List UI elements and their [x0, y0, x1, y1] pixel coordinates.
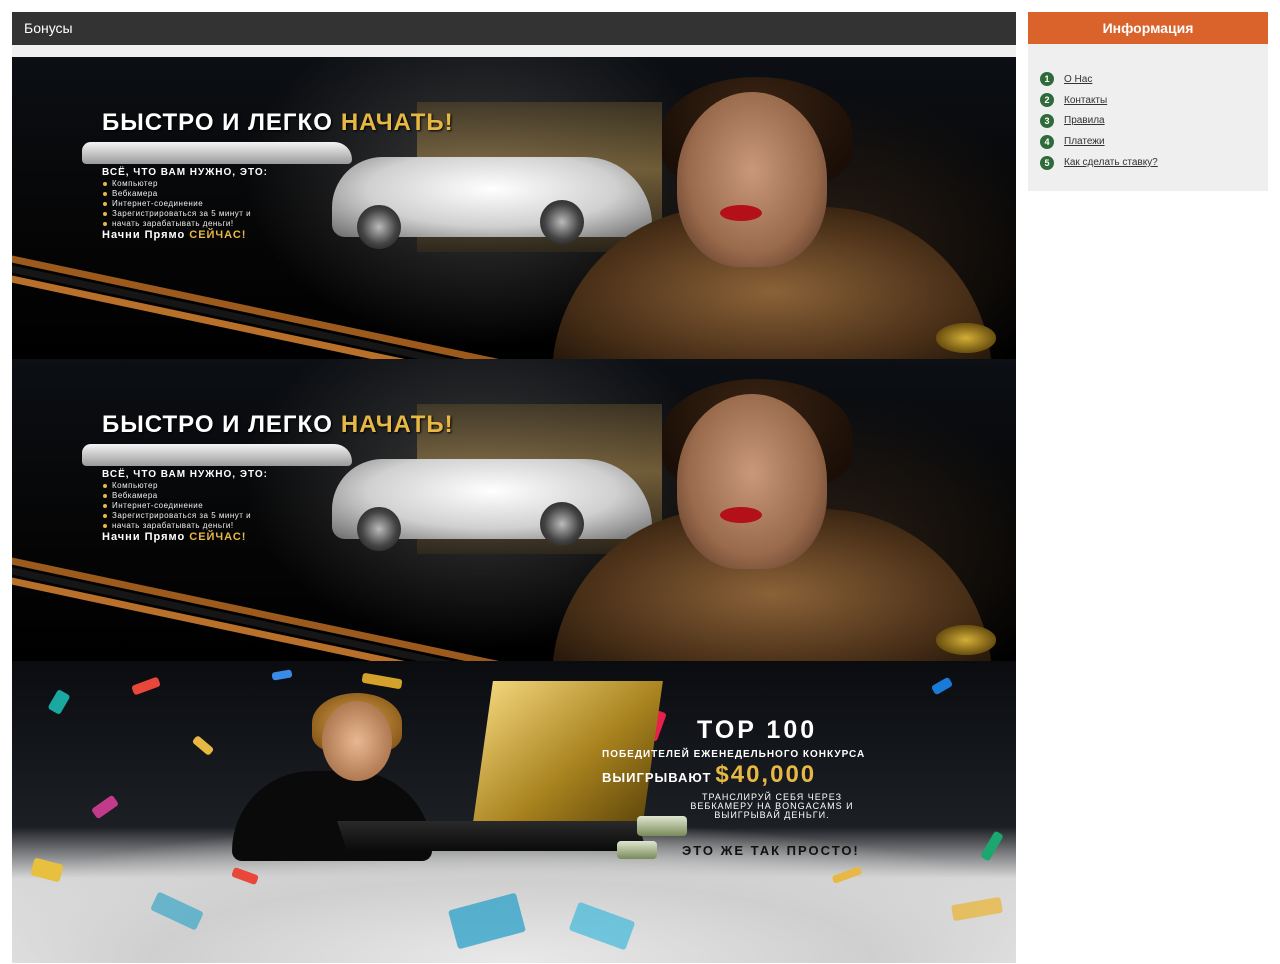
- link-rules[interactable]: Правила: [1064, 115, 1105, 126]
- person-head: [322, 701, 392, 781]
- money-icon: [617, 841, 657, 859]
- headline-white: БЫСТРО И ЛЕГКО: [102, 411, 333, 438]
- requirements-list: Компьютер Вебкамера Интернет-соединение …: [102, 481, 251, 531]
- number-badge: 3: [1040, 113, 1054, 128]
- prize-amount: $40,000: [715, 761, 817, 788]
- requirements-title: ВСЁ, ЧТО ВАМ НУЖНО, ЭТО:: [102, 167, 268, 178]
- stream-text: ТРАНСЛИРУЙ СЕБЯ ЧЕРЕЗ ВЕБКАМЕРУ НА BONGA…: [652, 793, 892, 820]
- bonus-banner-1[interactable]: БЫСТРО И ЛЕГКО НАЧАТЬ! ВСЁ, ЧТО ВАМ НУЖНО…: [12, 57, 1016, 359]
- list-item: Вебкамера: [102, 189, 251, 199]
- cta-gold: СЕЙЧАС!: [189, 531, 247, 543]
- headline-gold: НАЧАТЬ!: [340, 109, 454, 136]
- face: [677, 92, 827, 267]
- easy-slogan: ЭТО ЖЕ ТАК ПРОСТО!: [682, 843, 860, 858]
- stream-line: ВЫИГРЫВАЙ ДЕНЬГИ.: [714, 810, 830, 820]
- section-title: Бонусы: [24, 20, 73, 36]
- banner-headline: БЫСТРО И ЛЕГКО НАЧАТЬ!: [102, 411, 454, 439]
- cta-white: Начни Прямо: [102, 229, 186, 241]
- headline-white: БЫСТРО И ЛЕГКО: [102, 109, 333, 136]
- list-item: Интернет-соединение: [102, 501, 251, 511]
- info-item-payments: 4 Платежи: [1040, 131, 1268, 152]
- banner-cta: Начни Прямо СЕЙЧАС!: [102, 531, 246, 543]
- sidebar-title: Информация: [1102, 20, 1194, 36]
- car-wheel: [357, 507, 401, 551]
- sidebar-body: 1 О Нас 2 Контакты 3 Правила 4 Платежи 5…: [1028, 44, 1268, 191]
- list-item: Зарегистрироваться за 5 минут и: [102, 209, 251, 219]
- headline-gold: НАЧАТЬ!: [340, 411, 454, 438]
- sidebar-header: Информация: [1028, 12, 1268, 44]
- cta-gold: СЕЙЧАС!: [189, 229, 247, 241]
- info-item-rules: 3 Правила: [1040, 111, 1268, 132]
- info-sidebar: Информация 1 О Нас 2 Контакты 3 Правила …: [1028, 12, 1268, 191]
- list-item: Интернет-соединение: [102, 199, 251, 209]
- section-header: Бонусы: [12, 12, 1016, 45]
- number-badge: 5: [1040, 155, 1054, 170]
- link-contacts[interactable]: Контакты: [1064, 95, 1107, 106]
- link-about[interactable]: О Нас: [1064, 74, 1092, 85]
- winners-line: ПОБЕДИТЕЛЕЙ ЕЖЕНЕДЕЛЬНОГО КОНКУРСА: [602, 749, 866, 760]
- car-wheel: [357, 205, 401, 249]
- bonus-banner-2[interactable]: БЫСТРО И ЛЕГКО НАЧАТЬ! ВСЁ, ЧТО ВАМ НУЖНО…: [12, 359, 1016, 661]
- info-item-contacts: 2 Контакты: [1040, 90, 1268, 111]
- lips: [720, 507, 762, 523]
- bonus-banner-3[interactable]: TOP 100 ПОБЕДИТЕЛЕЙ ЕЖЕНЕДЕЛЬНОГО КОНКУР…: [12, 661, 1016, 963]
- win-line: ВЫИГРЫВАЮТ $40,000: [602, 761, 816, 789]
- brand-logo-icon: [936, 625, 996, 655]
- link-how-to-bet[interactable]: Как сделать ставку?: [1064, 157, 1158, 168]
- main-content: Бонусы БЫСТРО И ЛЕГКО НАЧАТЬ! ВСЁ, ЧТО В…: [12, 12, 1016, 963]
- requirements-title: ВСЁ, ЧТО ВАМ НУЖНО, ЭТО:: [102, 469, 268, 480]
- link-payments[interactable]: Платежи: [1064, 136, 1105, 147]
- list-item: начать зарабатывать деньги!: [102, 219, 251, 229]
- list-item: Компьютер: [102, 179, 251, 189]
- win-word: ВЫИГРЫВАЮТ: [602, 770, 712, 785]
- model-image: [552, 77, 992, 359]
- lips: [720, 205, 762, 221]
- banner-top-title: TOP 100: [697, 716, 818, 744]
- list-item: начать зарабатывать деньги!: [102, 521, 251, 531]
- number-badge: 4: [1040, 134, 1054, 149]
- banner-cta: Начни Прямо СЕЙЧАС!: [102, 229, 246, 241]
- model-image: [552, 379, 992, 661]
- list-item: Зарегистрироваться за 5 минут и: [102, 511, 251, 521]
- banner-headline: БЫСТРО И ЛЕГКО НАЧАТЬ!: [102, 109, 454, 137]
- info-item-about: 1 О Нас: [1040, 69, 1268, 90]
- number-badge: 1: [1040, 72, 1054, 87]
- list-item: Вебкамера: [102, 491, 251, 501]
- banner-list: БЫСТРО И ЛЕГКО НАЧАТЬ! ВСЁ, ЧТО ВАМ НУЖНО…: [12, 57, 1016, 963]
- laptop-base: [337, 821, 647, 851]
- info-link-list: 1 О Нас 2 Контакты 3 Правила 4 Платежи 5…: [1040, 69, 1268, 173]
- brand-logo-icon: [936, 323, 996, 353]
- cta-white: Начни Прямо: [102, 531, 186, 543]
- info-item-how-to-bet: 5 Как сделать ставку?: [1040, 152, 1268, 173]
- face: [677, 394, 827, 569]
- jet-image: [82, 444, 352, 466]
- header-divider: [12, 45, 1016, 57]
- jet-image: [82, 142, 352, 164]
- number-badge: 2: [1040, 93, 1054, 108]
- requirements-list: Компьютер Вебкамера Интернет-соединение …: [102, 179, 251, 229]
- list-item: Компьютер: [102, 481, 251, 491]
